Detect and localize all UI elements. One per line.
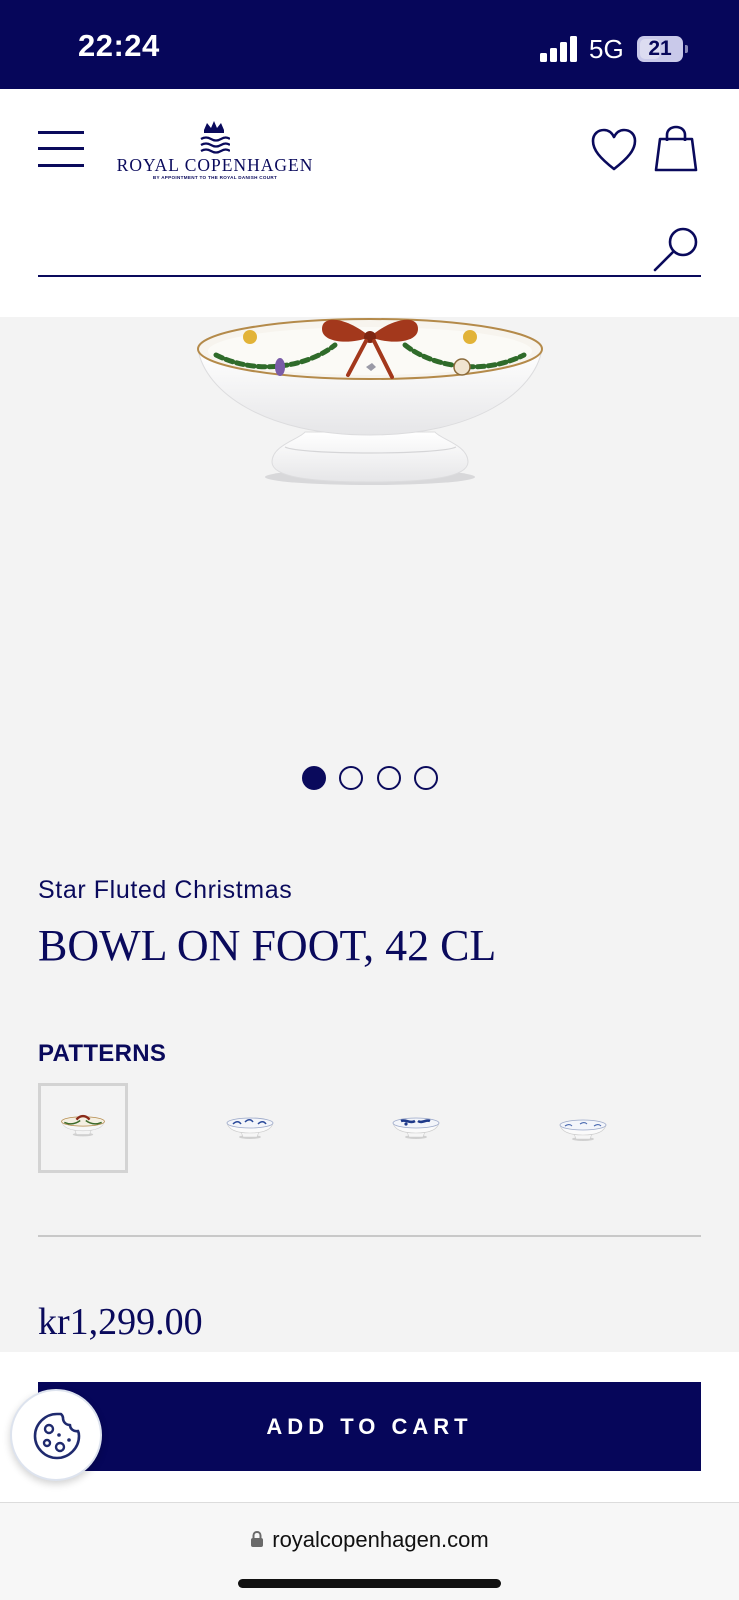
battery-icon: 21 [637,36,689,62]
brand-name: ROYAL COPENHAGEN [116,155,314,175]
menu-icon[interactable] [38,131,84,167]
signal-icon [540,36,577,62]
browser-address-bar: royalcopenhagen.com [0,1502,739,1600]
pattern-swatch-blue-fluted-mega[interactable] [371,1083,461,1173]
battery-level: 21 [648,37,672,60]
cookie-icon [33,1412,81,1460]
pattern-swatch-christmas[interactable] [38,1083,128,1173]
home-indicator[interactable] [238,1579,501,1588]
brand-tagline: BY APPOINTMENT TO THE ROYAL DANISH COURT [152,175,278,180]
status-time: 22:24 [78,28,160,63]
carousel-dot-1[interactable] [302,766,326,790]
brand-logo[interactable]: ROYAL COPENHAGEN BY APPOINTMENT TO THE R… [112,119,318,181]
site-header: ROYAL COPENHAGEN BY APPOINTMENT TO THE R… [0,89,739,317]
heart-icon[interactable] [590,127,638,173]
search-input[interactable] [38,217,701,277]
url-text: royalcopenhagen.com [272,1527,489,1552]
search-icon[interactable] [652,225,700,273]
carousel-dot-3[interactable] [377,766,401,790]
crown-icon [200,121,230,154]
collection-name[interactable]: Star Fluted Christmas [38,876,292,905]
pattern-swatch-blue-fluted-plain[interactable] [538,1083,628,1173]
carousel-dot-2[interactable] [339,766,363,790]
url-field[interactable]: royalcopenhagen.com [0,1527,739,1559]
product-price: kr1,299.00 [38,1301,203,1343]
cookie-settings-button[interactable] [10,1389,102,1481]
status-bar: 22:24 5G 21 [0,0,739,89]
add-to-cart-button[interactable]: ADD TO CART [38,1382,701,1471]
bag-icon[interactable] [654,125,698,173]
patterns-label: PATTERNS [38,1040,167,1067]
divider [38,1235,701,1237]
carousel-dot-4[interactable] [414,766,438,790]
network-label: 5G [589,34,624,64]
lock-icon [251,1530,264,1547]
pattern-swatch-blue-fluted[interactable] [205,1083,295,1173]
carousel-indicator [302,766,438,790]
product-title: BOWL ON FOOT, 42 CL [38,921,497,970]
product-image[interactable] [0,317,739,737]
